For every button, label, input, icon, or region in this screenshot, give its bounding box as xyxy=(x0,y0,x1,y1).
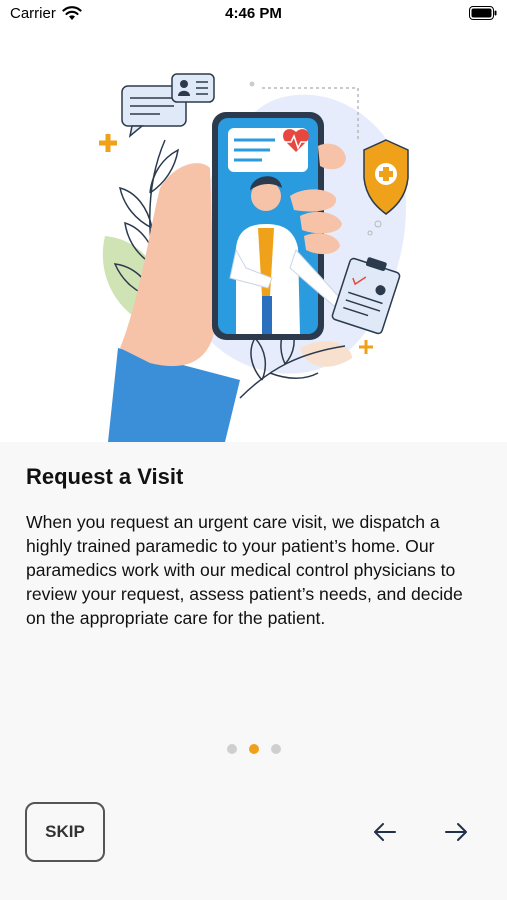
telemedicine-illustration xyxy=(99,73,409,442)
onboarding-description: When you request an urgent care visit, w… xyxy=(26,512,463,628)
arrow-right-icon[interactable] xyxy=(443,820,469,844)
onboarding-title: Request a Visit xyxy=(26,464,184,489)
page-dot-3[interactable] xyxy=(270,744,281,754)
onboarding-illustration xyxy=(0,28,507,442)
page-indicator[interactable] xyxy=(0,744,507,754)
arrow-left-icon[interactable] xyxy=(372,820,398,844)
battery-icon xyxy=(469,6,497,20)
onboarding-content: Request a Visit When you request an urge… xyxy=(0,442,507,900)
status-bar: Carrier 4:46 PM xyxy=(0,0,507,28)
page-dot-2-active[interactable] xyxy=(248,744,259,754)
skip-button[interactable]: SKIP xyxy=(25,802,105,862)
page-dot-1[interactable] xyxy=(226,744,237,754)
status-time: 4:46 PM xyxy=(225,5,282,22)
